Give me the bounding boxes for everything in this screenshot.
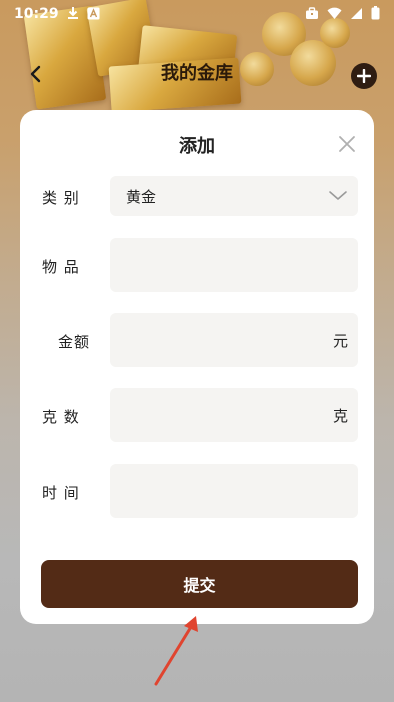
grams-label: 克 数 (42, 408, 80, 426)
amount-unit: 元 (332, 332, 348, 350)
annotation-arrow-icon (154, 616, 198, 686)
item-input[interactable] (110, 238, 358, 292)
add-button[interactable] (351, 63, 377, 89)
status-right (305, 5, 380, 24)
close-icon (339, 136, 355, 152)
status-time: 10:29 (14, 6, 59, 22)
download-icon (67, 5, 79, 24)
amount-label: 金额 (58, 333, 91, 351)
status-bar: 10:29 (0, 0, 394, 28)
a-box-icon (87, 5, 100, 24)
amount-row: 金额 元 (20, 313, 374, 367)
category-row: 类 别 黄金 (20, 176, 374, 216)
category-label: 类 别 (42, 189, 80, 207)
close-button[interactable] (337, 134, 357, 154)
category-value: 黄金 (126, 188, 157, 206)
signal-icon (350, 5, 363, 24)
item-label: 物 品 (42, 258, 80, 276)
grams-input[interactable]: 克 (110, 388, 358, 442)
chevron-down-icon (329, 191, 347, 200)
time-row: 时 间 (20, 464, 374, 518)
nav-bar: 我的金库 (0, 52, 394, 96)
wifi-icon (327, 5, 342, 24)
item-row: 物 品 (20, 238, 374, 292)
grams-unit: 克 (332, 407, 348, 425)
plus-circle-icon (357, 69, 371, 83)
battery-icon (371, 5, 380, 24)
category-select[interactable]: 黄金 (110, 176, 358, 216)
grams-row: 克 数 克 (20, 388, 374, 442)
add-dialog: 添加 类 别 黄金 物 品 金额 元 克 数 克 时 间 提交 (20, 110, 374, 624)
time-label: 时 间 (42, 484, 80, 502)
status-left: 10:29 (14, 5, 100, 24)
dialog-title: 添加 (179, 136, 215, 157)
time-input[interactable] (110, 464, 358, 518)
amount-input[interactable]: 元 (110, 313, 358, 367)
submit-button[interactable]: 提交 (41, 560, 358, 608)
briefcase-icon (305, 5, 319, 24)
page-title: 我的金库 (161, 63, 233, 84)
